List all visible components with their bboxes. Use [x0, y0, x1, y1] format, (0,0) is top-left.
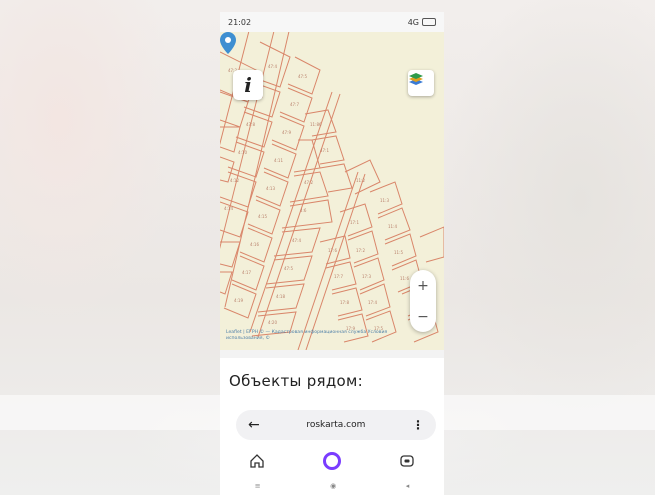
svg-text:47:5: 47:5 [284, 266, 293, 271]
layers-button[interactable] [408, 70, 434, 96]
phone-screen: 21:02 4G 47:3 47:4 47:5 47:7 11:86 47:8 … [220, 12, 444, 495]
svg-text:4:6: 4:6 [300, 208, 307, 213]
zoom-out-button[interactable]: − [417, 309, 429, 325]
section-divider [220, 350, 444, 358]
system-navigation: ≡ ◉ ◂ [220, 477, 444, 495]
url-text[interactable]: roskarta.com [306, 420, 365, 430]
svg-text:47:2: 47:2 [304, 180, 313, 185]
svg-text:4:20: 4:20 [268, 320, 277, 325]
recent-apps-button[interactable]: ≡ [255, 482, 261, 490]
svg-text:47:7: 47:7 [290, 102, 299, 107]
alice-icon[interactable] [322, 451, 342, 471]
svg-text:11:2: 11:2 [356, 178, 365, 183]
battery-icon [422, 18, 436, 26]
signal-indicator: 4G [407, 17, 419, 27]
svg-text:11:6: 11:6 [400, 276, 409, 281]
zoom-control: + − [410, 270, 436, 332]
browser-bottom-nav [220, 448, 444, 474]
status-bar: 21:02 4G [220, 12, 444, 32]
svg-text:4:14: 4:14 [224, 206, 233, 211]
back-button[interactable]: ← [248, 417, 260, 433]
svg-text:4:10: 4:10 [238, 150, 247, 155]
svg-text:11:5: 11:5 [394, 250, 403, 255]
browser-address-bar[interactable]: ← roskarta.com ⋮ [236, 410, 436, 440]
svg-text:47:4: 47:4 [268, 64, 277, 69]
cadastral-map[interactable]: 47:347:447:5 47:647:711:86 47:847:947:1 … [220, 32, 444, 350]
system-back-button[interactable]: ◂ [406, 482, 410, 490]
system-home-button[interactable]: ◉ [330, 482, 336, 490]
svg-text:47:8: 47:8 [246, 122, 255, 127]
zoom-in-button[interactable]: + [417, 278, 429, 294]
location-pin-icon[interactable] [220, 32, 236, 54]
svg-text:47:1: 47:1 [320, 148, 329, 153]
home-icon[interactable] [249, 453, 265, 469]
svg-text:47:9: 47:9 [282, 130, 291, 135]
svg-text:17:7: 17:7 [334, 274, 343, 279]
svg-text:4:18: 4:18 [276, 294, 285, 299]
svg-text:4:19: 4:19 [234, 298, 243, 303]
svg-text:17:6: 17:6 [328, 248, 337, 253]
tabs-icon[interactable] [399, 453, 415, 469]
svg-text:17:4: 17:4 [368, 300, 377, 305]
layers-icon [409, 73, 423, 85]
svg-text:4:15: 4:15 [258, 214, 267, 219]
info-icon: i [244, 73, 252, 97]
svg-text:47:4: 47:4 [292, 238, 301, 243]
svg-text:4:13: 4:13 [266, 186, 275, 191]
svg-text:47:5: 47:5 [298, 74, 307, 79]
info-button[interactable]: i [233, 70, 263, 100]
svg-text:11:86: 11:86 [310, 122, 322, 127]
svg-text:4:17: 4:17 [242, 270, 251, 275]
status-indicators: 4G [408, 18, 436, 27]
map-attribution[interactable]: Leaflet | ЕГРН © — Кадастровая информаци… [226, 330, 406, 342]
browser-menu-button[interactable]: ⋮ [412, 418, 424, 432]
svg-text:4:16: 4:16 [250, 242, 259, 247]
svg-text:17:3: 17:3 [362, 274, 371, 279]
nearby-objects-heading: Объекты рядом: [229, 372, 363, 390]
status-time: 21:02 [228, 17, 252, 27]
svg-text:11:3: 11:3 [380, 198, 389, 203]
svg-text:17:8: 17:8 [340, 300, 349, 305]
svg-text:4:11: 4:11 [274, 158, 283, 163]
svg-text:11:4: 11:4 [388, 224, 397, 229]
svg-text:17:2: 17:2 [356, 248, 365, 253]
svg-text:17:1: 17:1 [350, 220, 359, 225]
svg-text:4:12: 4:12 [230, 178, 239, 183]
